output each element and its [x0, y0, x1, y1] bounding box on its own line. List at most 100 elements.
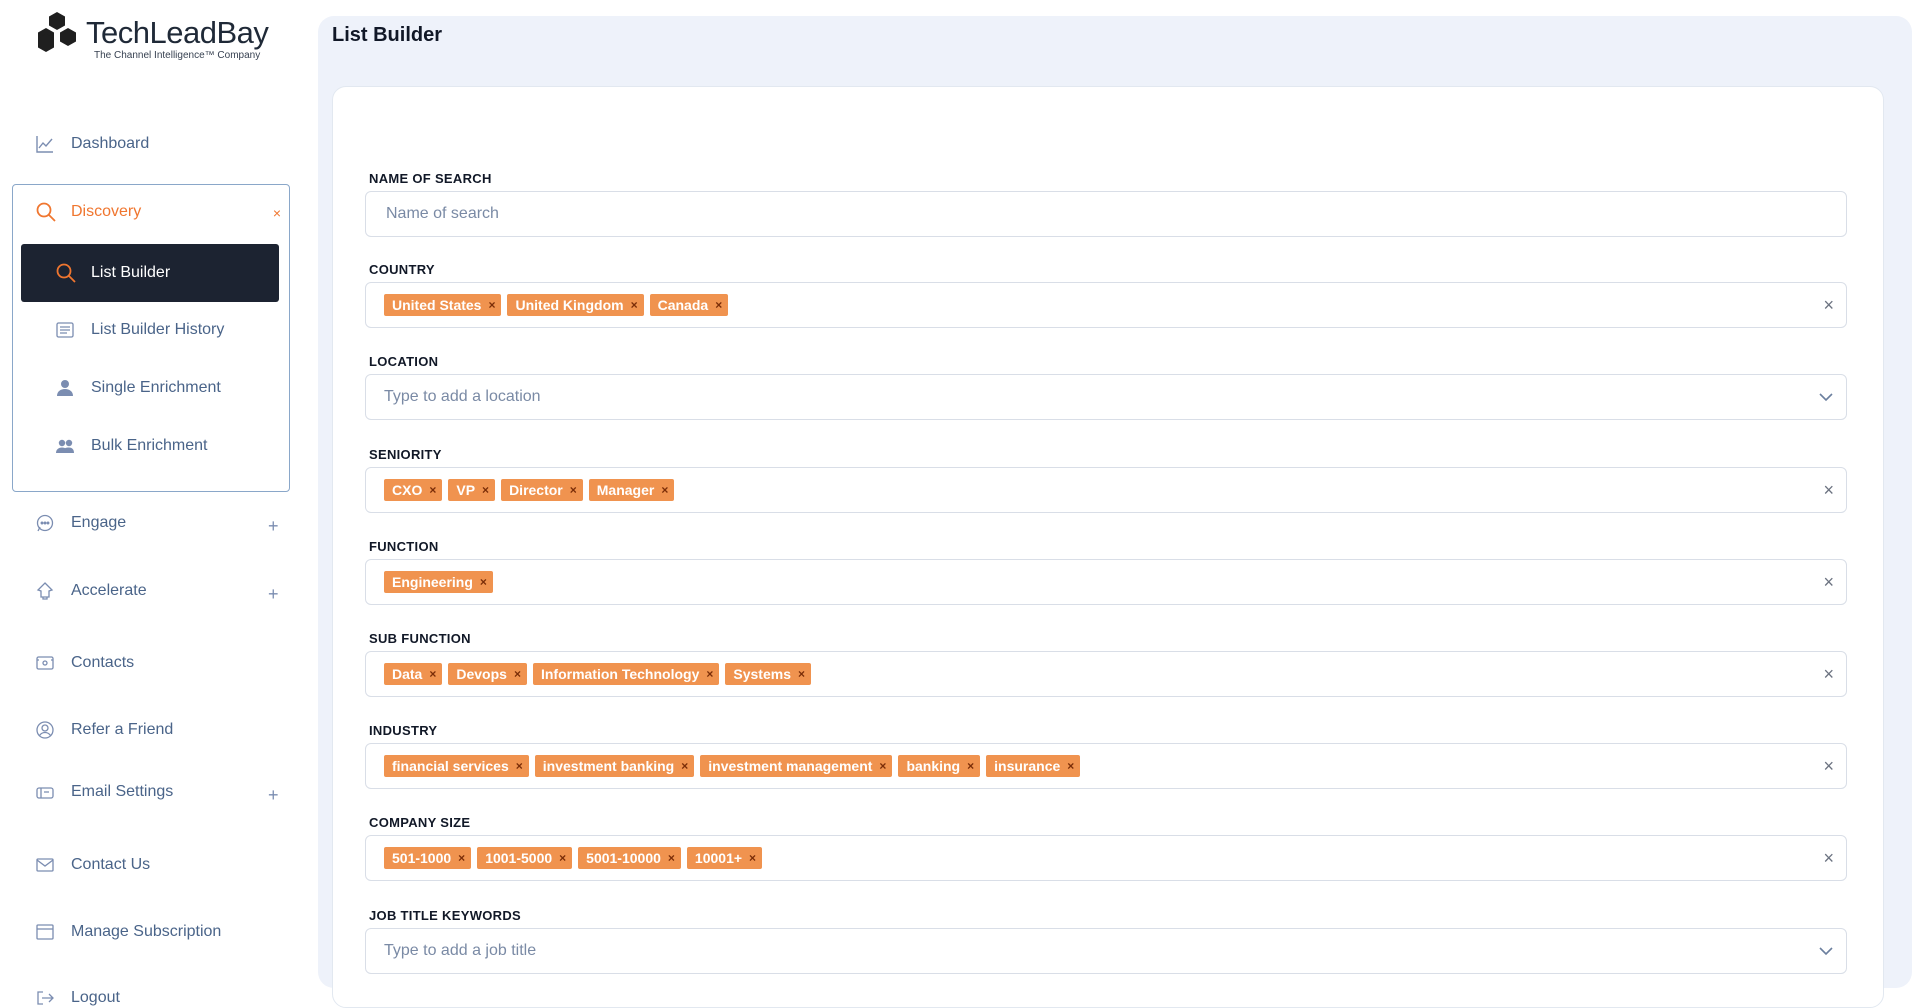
remove-chip-icon[interactable]: × [715, 298, 722, 312]
name-of-search-field[interactable] [365, 191, 1847, 237]
nav-manage-subscription-label: Manage Subscription [71, 923, 222, 940]
location-label: LOCATION [369, 354, 439, 369]
mailbox-icon [35, 782, 55, 802]
remove-chip-icon[interactable]: × [429, 667, 436, 681]
remove-chip-icon[interactable]: × [706, 667, 713, 681]
country-multiselect[interactable]: United States × United Kingdom × Canada × × [365, 282, 1847, 328]
seniority-multiselect[interactable]: CXO × VP × Director × Manager × × [365, 467, 1847, 513]
remove-chip-icon[interactable]: × [559, 851, 566, 865]
chip-label: Devops [456, 666, 507, 682]
industry-multiselect[interactable]: financial services × investment banking × … [365, 743, 1847, 789]
sidebar-item-list-builder-history[interactable]: List Builder History [55, 320, 224, 340]
remove-chip-icon[interactable]: × [668, 851, 675, 865]
rocket-icon [35, 581, 55, 601]
remove-chip-icon[interactable]: × [482, 483, 489, 497]
hexagon-logo-icon [38, 12, 76, 52]
company-size-chips: 501-1000 × 1001-5000 × 5001-10000 × 10001+ × [384, 847, 763, 869]
sidebar-item-single-enrichment[interactable]: Single Enrichment [55, 378, 221, 398]
clear-industry-icon[interactable]: × [1823, 756, 1834, 777]
nav-email-settings[interactable]: Email Settings [35, 782, 173, 802]
function-multiselect[interactable]: Engineering × × [365, 559, 1847, 605]
chip: 501-1000 × [384, 847, 472, 869]
sidebar-item-label: Bulk Enrichment [91, 437, 208, 454]
chip: banking × [898, 755, 981, 777]
chip-label: 501-1000 [392, 850, 452, 866]
sidebar-item-bulk-enrichment[interactable]: Bulk Enrichment [55, 436, 208, 456]
list-icon [55, 320, 75, 340]
sidebar-item-list-builder[interactable]: List Builder [21, 244, 279, 302]
chip-label: Engineering [392, 574, 473, 590]
chip-label: Information Technology [540, 666, 700, 682]
clear-company-size-icon[interactable]: × [1823, 848, 1834, 869]
chevron-down-icon[interactable] [1816, 941, 1836, 966]
chip-label: banking [906, 758, 961, 774]
users-icon [55, 436, 75, 456]
chevron-down-icon[interactable] [1816, 387, 1836, 412]
chip-label: financial services [392, 758, 509, 774]
nav-logout[interactable]: Logout [35, 988, 120, 1008]
nav-dashboard[interactable]: Dashboard [35, 134, 149, 154]
remove-chip-icon[interactable]: × [749, 851, 756, 865]
remove-chip-icon[interactable]: × [488, 298, 495, 312]
job-title-keywords-select[interactable]: Type to add a job title [365, 928, 1847, 974]
collapse-discovery-close-icon[interactable]: × [273, 205, 281, 221]
remove-chip-icon[interactable]: × [661, 483, 668, 497]
clear-country-icon[interactable]: × [1823, 295, 1834, 316]
chip: Engineering × [384, 571, 493, 593]
nav-email-settings-label: Email Settings [71, 783, 174, 800]
brand-logo[interactable]: TechLeadBay The Channel Intelligence™ Co… [32, 10, 269, 66]
chip: Systems × [725, 663, 811, 685]
nav-refer-a-friend[interactable]: Refer a Friend [35, 720, 173, 740]
location-select[interactable]: Type to add a location [365, 374, 1847, 420]
user-icon [55, 378, 75, 398]
clear-function-icon[interactable]: × [1823, 572, 1834, 593]
sub-function-chips: Data × Devops × Information Technology × Sy… [384, 663, 811, 685]
envelope-icon [35, 855, 55, 875]
chip-label: insurance [994, 758, 1061, 774]
industry-chips: financial services × investment banking × … [384, 755, 1081, 777]
chip-label: Manager [596, 482, 655, 498]
chip: VP × [448, 479, 496, 501]
remove-chip-icon[interactable]: × [458, 851, 465, 865]
user-circle-icon [35, 720, 55, 740]
remove-chip-icon[interactable]: × [798, 667, 805, 681]
nav-engage-label: Engage [71, 514, 127, 531]
expand-engage-plus-icon[interactable]: + [268, 516, 279, 537]
chip: investment banking × [534, 755, 695, 777]
remove-chip-icon[interactable]: × [480, 575, 487, 589]
nav-contact-us-label: Contact Us [71, 856, 151, 873]
nav-accelerate[interactable]: Accelerate [35, 581, 147, 601]
nav-discovery[interactable]: Discovery [35, 201, 141, 223]
name-of-search-input[interactable] [384, 204, 1777, 224]
expand-accelerate-plus-icon[interactable]: + [268, 584, 279, 605]
nav-manage-subscription[interactable]: Manage Subscription [35, 922, 221, 942]
name-of-search-label: NAME OF SEARCH [369, 171, 492, 186]
remove-chip-icon[interactable]: × [681, 759, 688, 773]
nav-engage[interactable]: Engage [35, 513, 126, 533]
chip: financial services × [384, 755, 529, 777]
remove-chip-icon[interactable]: × [879, 759, 886, 773]
nav-contacts[interactable]: Contacts [35, 653, 134, 673]
sub-function-label: SUB FUNCTION [369, 631, 471, 646]
seniority-label: SENIORITY [369, 447, 442, 462]
remove-chip-icon[interactable]: × [514, 667, 521, 681]
remove-chip-icon[interactable]: × [570, 483, 577, 497]
nav-dashboard-label: Dashboard [71, 135, 150, 152]
search-icon [55, 262, 77, 284]
sub-function-multiselect[interactable]: Data × Devops × Information Technology × Sy… [365, 651, 1847, 697]
remove-chip-icon[interactable]: × [516, 759, 523, 773]
list-builder-form: NAME OF SEARCH COUNTRY United States × Un… [332, 86, 1884, 1008]
remove-chip-icon[interactable]: × [429, 483, 436, 497]
country-label: COUNTRY [369, 262, 435, 277]
seniority-chips: CXO × VP × Director × Manager × [384, 479, 675, 501]
remove-chip-icon[interactable]: × [631, 298, 638, 312]
clear-seniority-icon[interactable]: × [1823, 480, 1834, 501]
chip: investment management × [700, 755, 893, 777]
clear-sub-function-icon[interactable]: × [1823, 664, 1834, 685]
company-size-multiselect[interactable]: 501-1000 × 1001-5000 × 5001-10000 × 10001+ ×… [365, 835, 1847, 881]
nav-contact-us[interactable]: Contact Us [35, 855, 150, 875]
chip: Data × [384, 663, 443, 685]
remove-chip-icon[interactable]: × [967, 759, 974, 773]
remove-chip-icon[interactable]: × [1067, 759, 1074, 773]
expand-email-settings-plus-icon[interactable]: + [268, 785, 279, 806]
